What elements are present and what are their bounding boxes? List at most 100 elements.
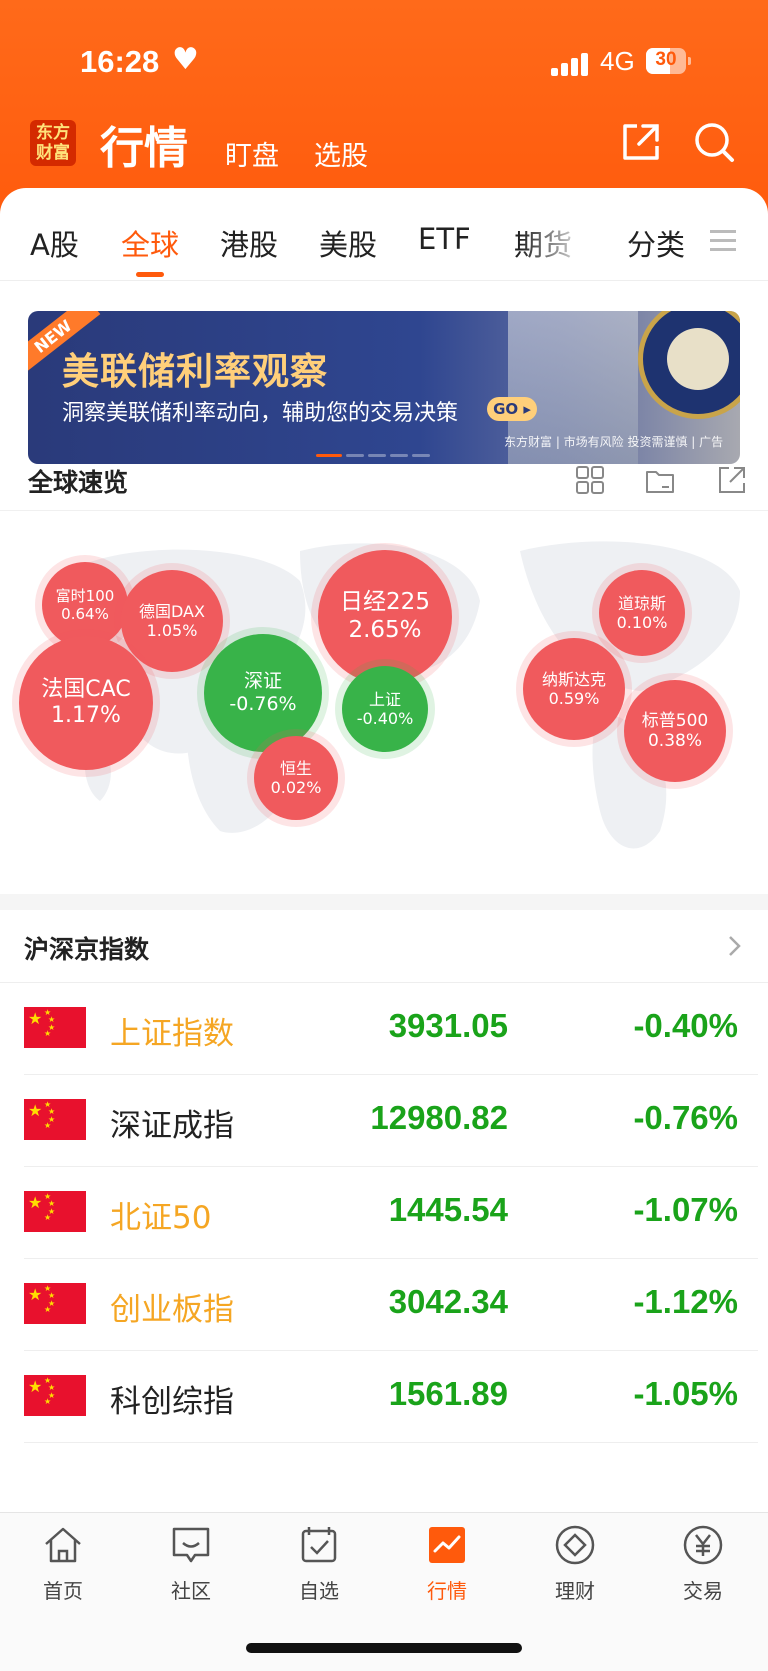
nav-trade[interactable]: 交易 [648, 1523, 758, 1604]
search-icon[interactable] [692, 120, 736, 164]
nav-community[interactable]: 社区 [136, 1523, 246, 1604]
bottom-tab-bar: 首页 社区 自选 行情 理财 交易 [0, 1512, 768, 1671]
market-tabs: A股 全球 港股 美股 ETF 期货 分类 [0, 188, 768, 281]
go-label: GO [493, 400, 519, 418]
logo-text-1: 东方 [36, 123, 70, 143]
bubble-name: 纳斯达克 [541, 669, 606, 689]
nav-watchlist[interactable]: 自选 [264, 1523, 374, 1604]
battery-level: 30 [655, 49, 677, 70]
index-change: -1.12% [633, 1283, 738, 1320]
chevron-right-icon [729, 936, 741, 956]
heart-icon: ♥ [172, 42, 199, 77]
index-change: -0.76% [633, 1099, 738, 1136]
nav-watchlist-label: 自选 [299, 1579, 339, 1603]
tab-hk[interactable]: 港股 [220, 222, 278, 264]
tabs-fade [520, 214, 590, 264]
bubble-value: 0.38% [647, 731, 702, 751]
index-name: 创业板指 [110, 1292, 234, 1328]
bubble-hangseng[interactable]: 恒生 0.02% [254, 736, 338, 820]
index-name: 北证50 [110, 1200, 212, 1236]
active-tab-indicator [136, 272, 164, 277]
index-name: 科创综指 [110, 1384, 234, 1420]
watchlist-icon [301, 1527, 337, 1563]
index-price: 1561.89 [388, 1375, 508, 1412]
fed-seal-image [638, 311, 740, 419]
bubble-name: 恒生 [279, 758, 312, 778]
bubble-name: 上证 [368, 689, 401, 709]
banner-disclaimer: 东方财富 | 市场有风险 投资需谨慎 | 广告 [504, 435, 724, 449]
bubble-name: 深证 [243, 670, 282, 693]
bubble-value: 2.65% [348, 617, 422, 643]
bubble-dax[interactable]: 德国DAX 1.05% [121, 570, 223, 672]
bubble-name: 富时100 [55, 587, 115, 605]
index-price: 3042.34 [388, 1283, 508, 1320]
bubble-value: 1.17% [51, 703, 121, 728]
status-bar: 16:28 ♥ 4G 30 [0, 38, 768, 88]
tab-us[interactable]: 美股 [319, 222, 377, 264]
grid-view-icon[interactable] [574, 464, 606, 496]
nav-trade-label: 交易 [683, 1579, 723, 1603]
bubble-value: 0.59% [548, 689, 600, 708]
bubble-value: -0.76% [229, 693, 297, 715]
banner-pagination [316, 442, 434, 461]
index-section-title: 沪深京指数 [24, 935, 150, 964]
yen-icon [683, 1525, 723, 1565]
bubble-dowjones[interactable]: 道琼斯 0.10% [599, 570, 685, 656]
bubble-value: 0.02% [270, 778, 322, 797]
index-section-header[interactable]: 沪深京指数 [0, 910, 768, 983]
section-divider [0, 894, 768, 910]
tab-stock-picker[interactable]: 选股 [314, 134, 368, 173]
index-name: 深证成指 [110, 1108, 234, 1144]
bubble-nasdaq[interactable]: 纳斯达克 0.59% [523, 638, 625, 740]
chat-icon [172, 1527, 210, 1563]
index-row[interactable]: ★ ★ ★ ★ ★ 上证指数 3931.05 -0.40% [24, 982, 758, 1075]
bubble-nikkei225[interactable]: 日经225 2.65% [318, 550, 452, 684]
fed-rate-banner[interactable]: NEW 美联储利率观察 洞察美联储利率动向，辅助您的交易决策 GO ▸ 东方财富… [28, 311, 740, 464]
menu-icon[interactable] [710, 230, 736, 252]
bubble-value: 0.64% [61, 605, 109, 623]
main-panel: A股 全球 港股 美股 ETF 期货 分类 NEW 美联储利率观察 洞察美联储利… [0, 188, 768, 1670]
bubble-shanghai[interactable]: 上证 -0.40% [342, 666, 428, 752]
share-overview-icon[interactable] [716, 464, 748, 496]
banner-go-button[interactable]: GO ▸ [487, 397, 537, 421]
index-price: 12980.82 [370, 1099, 508, 1136]
index-price: 1445.54 [388, 1191, 508, 1228]
page-title[interactable]: 行情 [100, 112, 188, 176]
bubble-shenzhen[interactable]: 深证 -0.76% [204, 634, 322, 752]
overview-title: 全球速览 [28, 468, 129, 497]
signal-icon [551, 52, 591, 76]
tab-global[interactable]: 全球 [121, 222, 179, 264]
bubble-cac[interactable]: 法国CAC 1.17% [19, 636, 153, 770]
banner-title: 美联储利率观察 [62, 350, 328, 393]
bubble-name: 德国DAX [139, 601, 205, 621]
bubble-name: 法国CAC [41, 676, 131, 702]
tab-watch[interactable]: 盯盘 [225, 134, 279, 173]
index-name: 上证指数 [110, 1016, 234, 1052]
network-type: 4G [600, 46, 635, 76]
app-logo[interactable]: 东方 财富 [30, 120, 76, 166]
folder-icon[interactable] [644, 464, 676, 496]
nav-wealth[interactable]: 理财 [520, 1523, 630, 1604]
bubble-name: 日经225 [340, 589, 430, 616]
index-price: 3931.05 [388, 1007, 508, 1044]
home-indicator [246, 1643, 522, 1653]
index-row[interactable]: ★ ★ ★ ★ ★ 创业板指 3042.34 -1.12% [24, 1258, 758, 1351]
share-icon[interactable] [619, 120, 663, 164]
tab-a-shares[interactable]: A股 [30, 222, 79, 264]
tab-etf[interactable]: ETF [418, 222, 471, 256]
china-flag-icon: ★ ★ ★ ★ ★ [24, 1099, 86, 1140]
china-flag-icon: ★ ★ ★ ★ ★ [24, 1283, 86, 1324]
tab-category[interactable]: 分类 [627, 222, 685, 264]
index-change: -1.05% [633, 1375, 738, 1412]
bubble-sp500[interactable]: 标普500 0.38% [624, 680, 726, 782]
market-chart-icon [429, 1527, 465, 1563]
index-row[interactable]: ★ ★ ★ ★ ★ 深证成指 12980.82 -0.76% [24, 1074, 758, 1167]
logo-text-2: 财富 [36, 143, 70, 163]
index-row[interactable]: ★ ★ ★ ★ ★ 北证50 1445.54 -1.07% [24, 1166, 758, 1259]
china-flag-icon: ★ ★ ★ ★ ★ [24, 1375, 86, 1416]
nav-home[interactable]: 首页 [8, 1523, 118, 1604]
index-row[interactable]: ★ ★ ★ ★ ★ 科创综指 1561.89 -1.05% [24, 1350, 758, 1443]
nav-market[interactable]: 行情 [392, 1523, 502, 1604]
china-flag-icon: ★ ★ ★ ★ ★ [24, 1007, 86, 1048]
battery-icon: 30 [646, 48, 691, 74]
